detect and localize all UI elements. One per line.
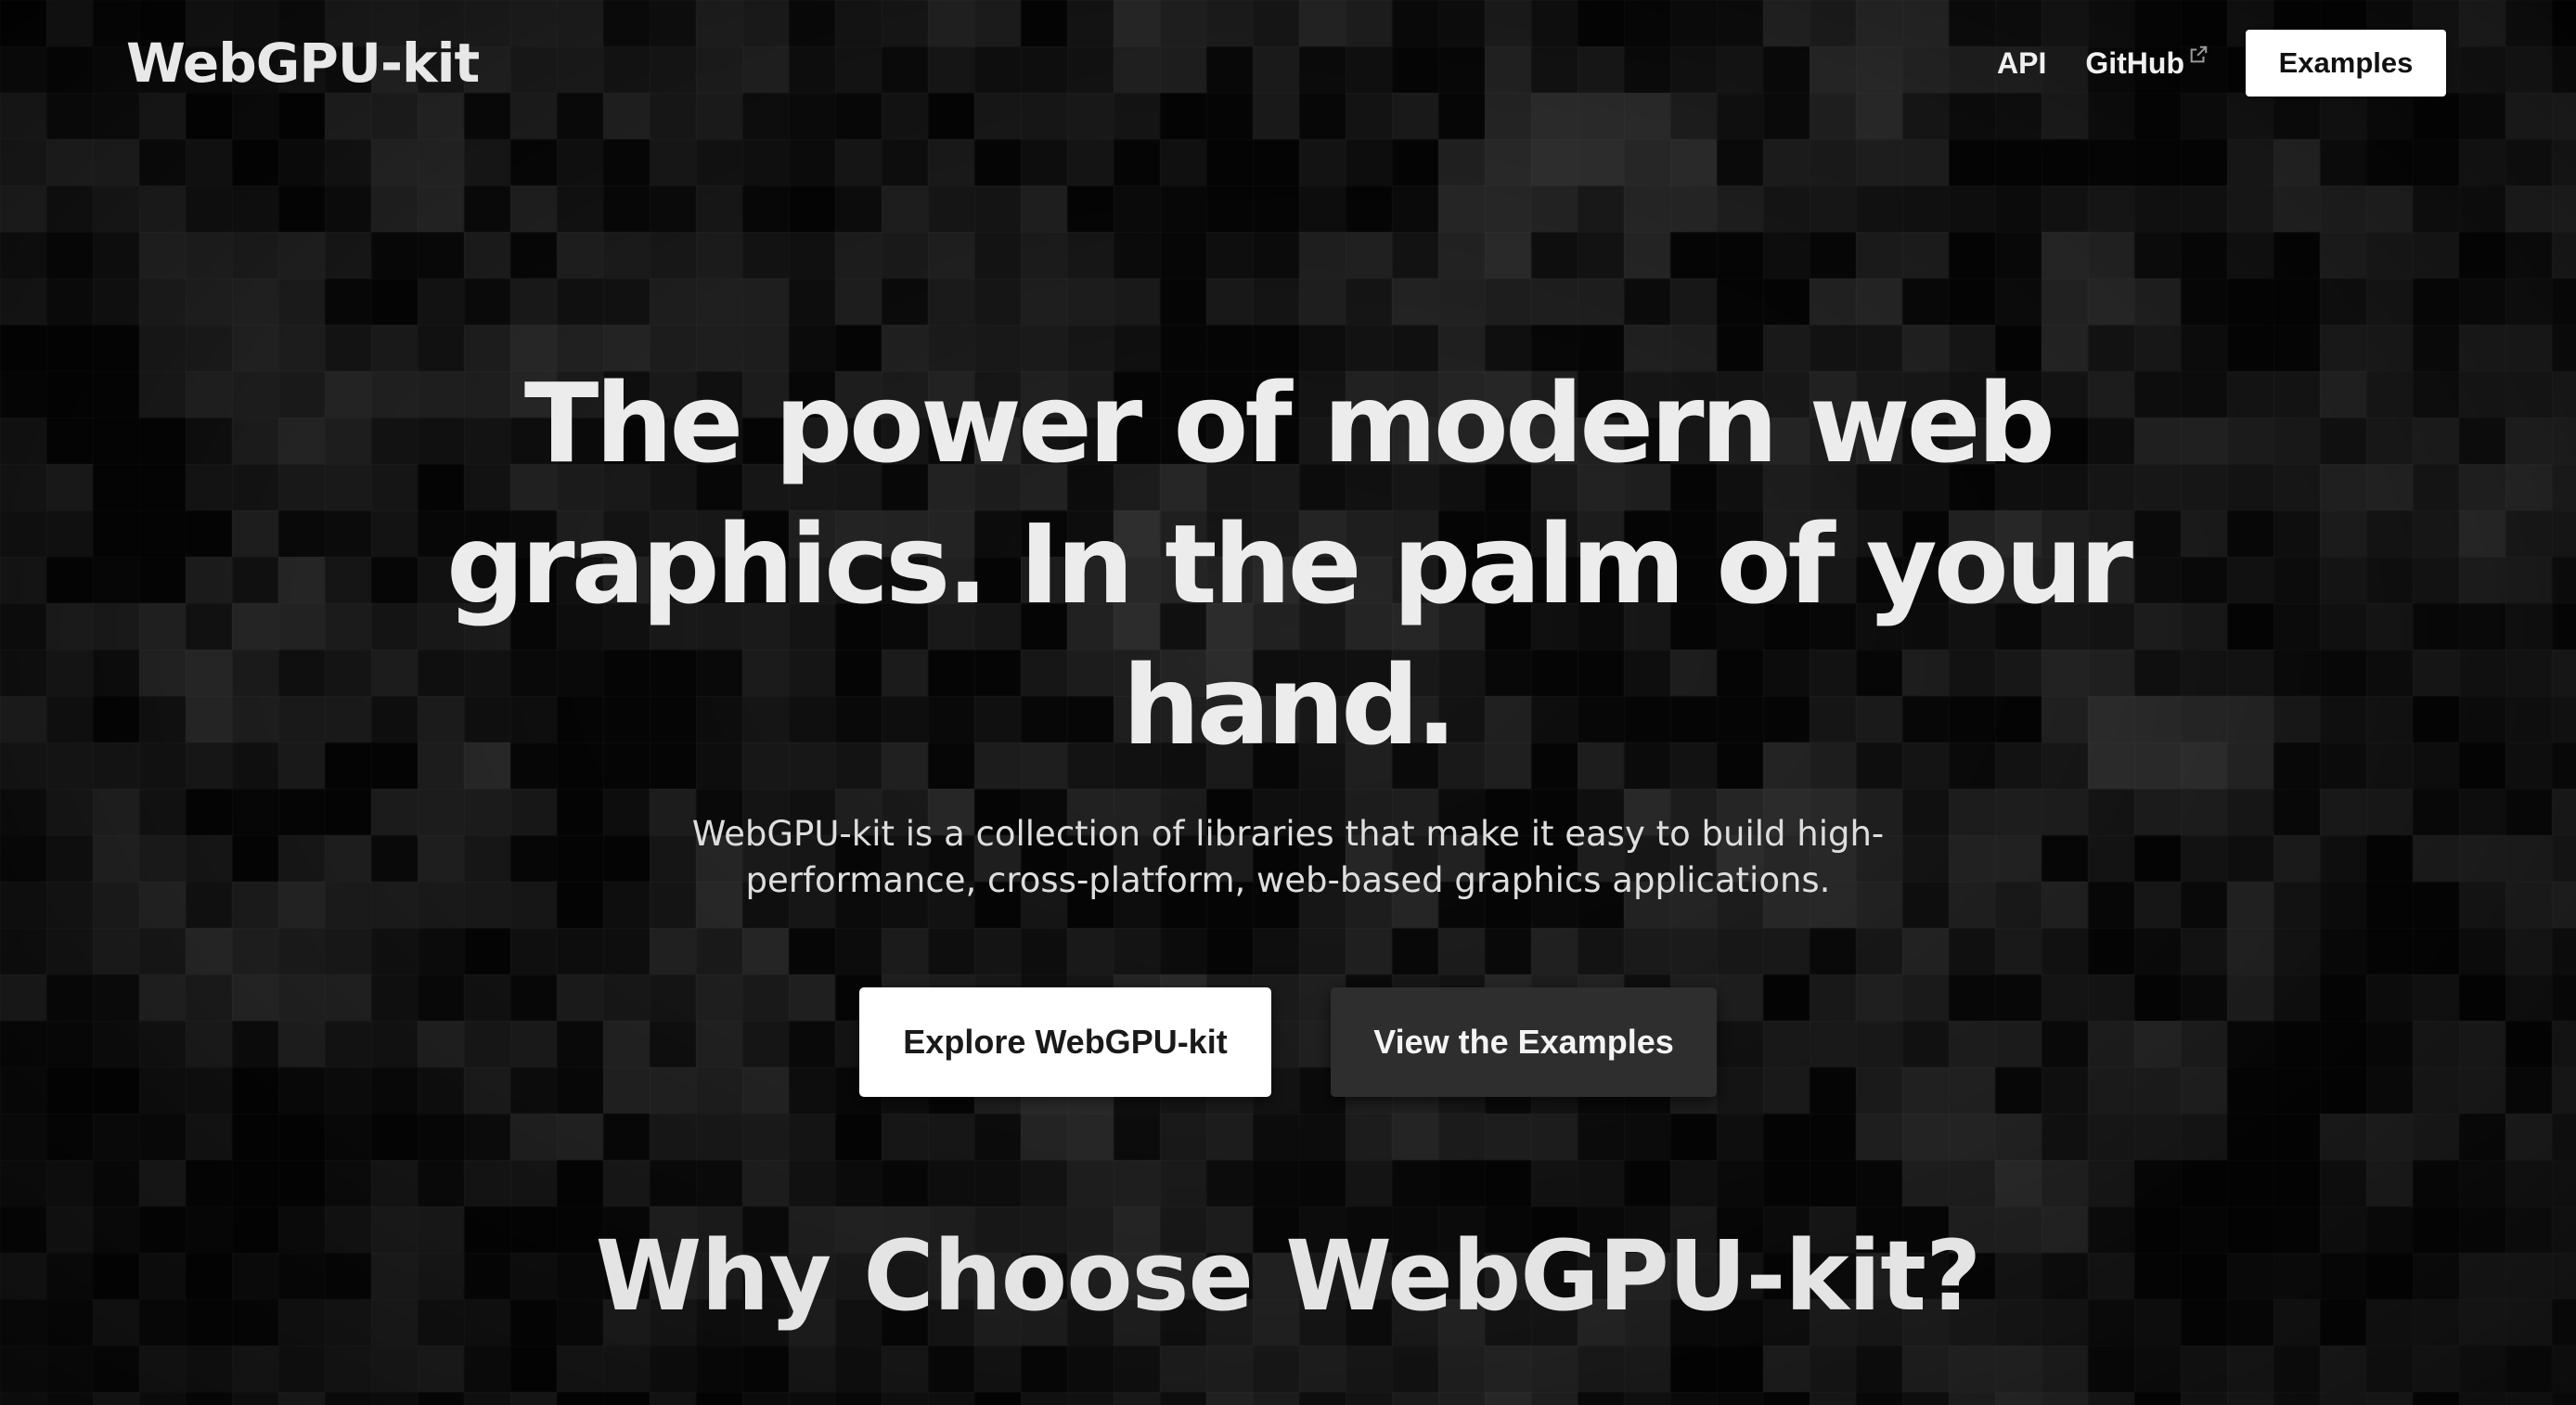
external-link-icon [2190,45,2208,63]
top-nav: API GitHub Examples [1997,30,2446,97]
nav-examples-button[interactable]: Examples [2246,30,2446,97]
view-examples-button[interactable]: View the Examples [1331,987,1717,1097]
explore-button[interactable]: Explore WebGPU-kit [859,987,1271,1097]
hero-title: The power of modern web graphics. In the… [314,353,2262,776]
hero-subtitle: WebGPU-kit is a collection of libraries … [676,811,1900,904]
nav-link-github[interactable]: GitHub [2085,30,2209,97]
hero-title-line-2: graphics. In the palm of your hand. [445,500,2133,769]
page: WebGPU-kit API GitHub Examples The power… [0,0,2576,1405]
nav-link-github-label: GitHub [2085,46,2184,80]
hero-subtitle-line-2: performance, cross-platform, web-based g… [745,860,1831,900]
nav-link-api[interactable]: API [1997,30,2046,97]
why-choose-heading: Why Choose WebGPU-kit? [595,1219,1982,1333]
site-header: WebGPU-kit API GitHub Examples [0,0,2576,130]
site-logo[interactable]: WebGPU-kit [126,30,480,97]
hero-actions: Explore WebGPU-kit View the Examples [0,987,2576,1097]
hero-subtitle-line-1: WebGPU-kit is a collection of libraries … [691,814,1885,854]
hero-section: The power of modern web graphics. In the… [0,353,2576,1097]
hero-title-line-1: The power of modern web [523,359,2055,487]
